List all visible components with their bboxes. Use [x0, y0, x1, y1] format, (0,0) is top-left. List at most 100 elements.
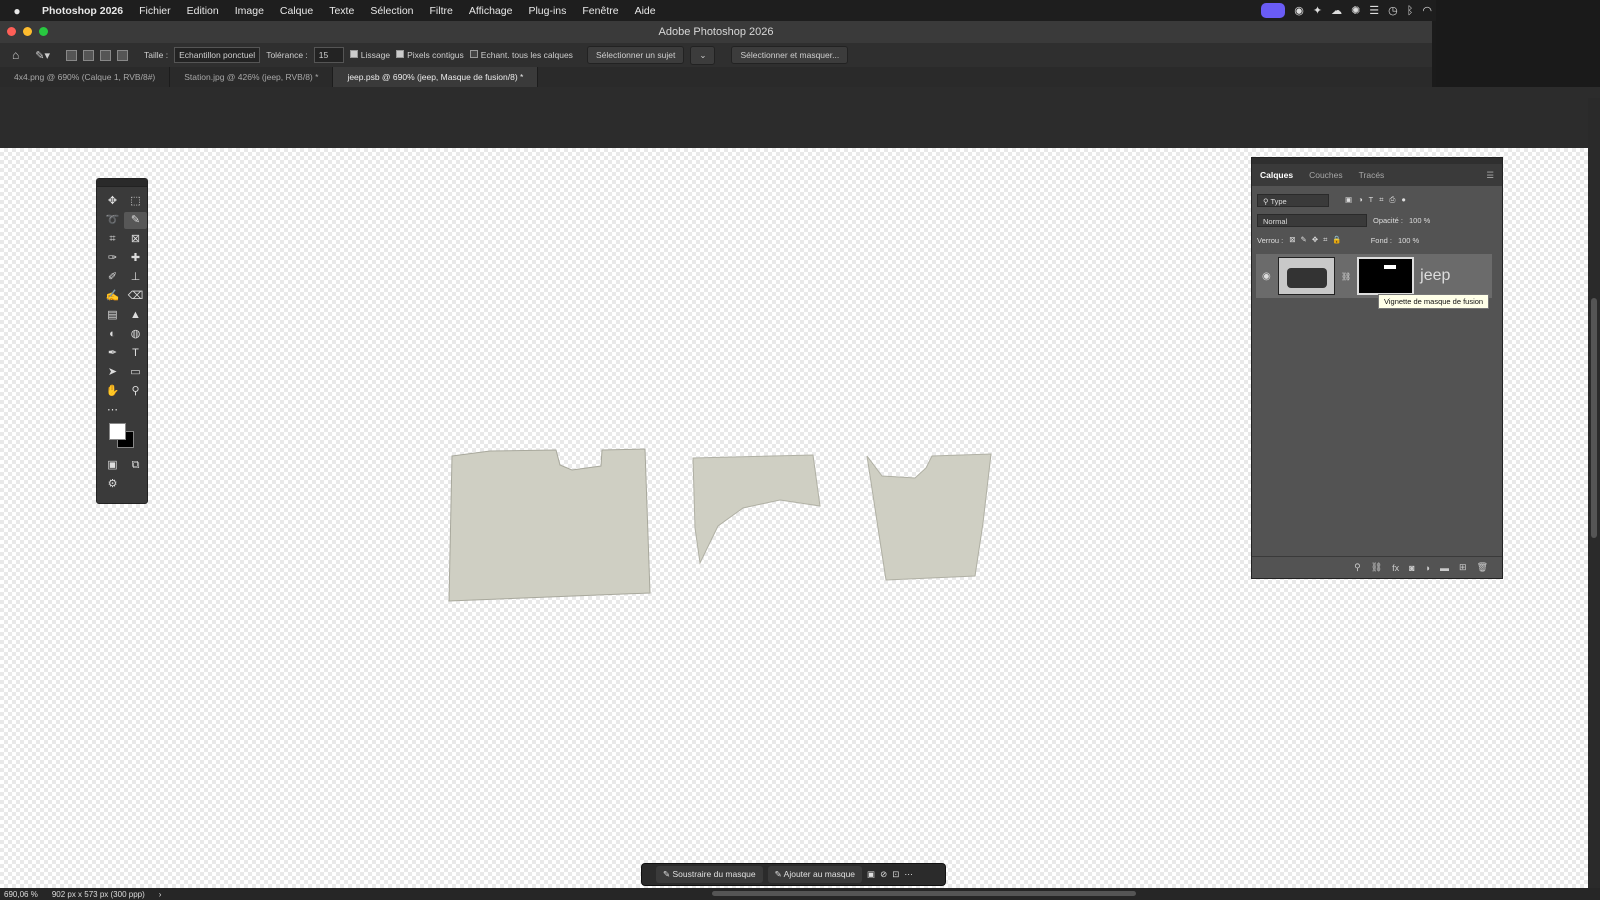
screen-mirror-icon[interactable] [1261, 3, 1286, 18]
apple-icon[interactable]: ● [0, 4, 34, 18]
sponge-tool-icon[interactable]: ◍ [124, 326, 147, 343]
eyedropper-tool-icon[interactable]: ✑ [101, 250, 124, 267]
move-tool-icon[interactable]: ✥ [101, 193, 124, 210]
brush-tool-icon[interactable]: ✐ [101, 269, 124, 286]
panel-menu-icon[interactable]: ☰ [1478, 170, 1502, 181]
folder-icon[interactable]: ▬ [1440, 563, 1449, 573]
magic-wand-icon[interactable]: ✎▾ [35, 49, 50, 62]
foreground-color[interactable] [109, 423, 126, 440]
lasso-tool-icon[interactable]: ➰ [101, 212, 124, 229]
minimize-icon[interactable] [23, 27, 32, 36]
color-swatches[interactable] [109, 423, 147, 453]
more-options-icon[interactable]: ⋯ [904, 869, 913, 880]
select-subject-button[interactable]: Sélectionner un sujet [586, 46, 685, 64]
chain-link-icon[interactable]: ⛓ [1341, 272, 1351, 281]
lock-icons[interactable]: ⊠✎✥⌗🔒 [1289, 235, 1346, 245]
cloud-icon[interactable]: ☁ [1331, 4, 1342, 17]
clock-icon[interactable]: ◷ [1388, 4, 1398, 17]
tab-couches[interactable]: Couches [1301, 170, 1351, 180]
frame-tool-icon[interactable]: ⊠ [124, 231, 147, 248]
vertical-scrollbar[interactable] [1588, 98, 1600, 888]
layer-thumbnail[interactable] [1278, 257, 1335, 295]
horizontal-scroll-thumb[interactable] [712, 891, 1136, 896]
select-subject-dropdown[interactable]: ⌄ [690, 45, 716, 65]
tab-jeep[interactable]: jeep.psb @ 690% (jeep, Masque de fusion/… [333, 67, 539, 87]
add-mask-icon[interactable]: ◙ [1409, 563, 1414, 573]
subtract-mask-button[interactable]: ✎ Soustraire du masque [656, 866, 763, 883]
healing-tool-icon[interactable]: ✚ [124, 250, 147, 267]
adjustment-icon[interactable]: ◑ [1425, 563, 1430, 573]
more-tools-icon[interactable]: ⋯ [101, 402, 124, 419]
echant-checkbox[interactable]: Echant. tous les calques [469, 50, 573, 60]
layer-name[interactable]: jeep [1420, 267, 1450, 285]
add-selection-icon[interactable] [83, 49, 94, 61]
lissage-checkbox[interactable]: Lissage [349, 50, 390, 60]
screen-mode-icon[interactable]: ⧉ [124, 457, 147, 474]
tolerance-input[interactable]: 15 [313, 47, 344, 63]
stamp-tool-icon[interactable]: ⊥ [124, 269, 147, 286]
intersect-selection-icon[interactable] [117, 49, 128, 61]
brightness-icon[interactable]: ✺ [1351, 4, 1360, 17]
layer-mask-thumbnail[interactable] [1357, 257, 1415, 295]
messenger-icon[interactable]: ◉ [1294, 4, 1304, 17]
menu-selection[interactable]: Sélection [362, 5, 421, 17]
menu-app-name[interactable]: Photoshop 2026 [34, 5, 131, 17]
zoom-icon[interactable] [39, 27, 48, 36]
menu-calque[interactable]: Calque [272, 5, 321, 17]
menu-filtre[interactable]: Filtre [422, 5, 461, 17]
marquee-tool-icon[interactable]: ⬚ [124, 193, 147, 210]
eraser-tool-icon[interactable]: ⌫ [124, 288, 147, 305]
chain-icon[interactable]: ⛓ [1371, 562, 1382, 573]
blur-tool-icon[interactable]: ▲ [124, 307, 147, 324]
zoom-level[interactable]: 690,06 % [4, 890, 38, 899]
fill-value[interactable]: 100 % [1398, 236, 1419, 245]
history-brush-icon[interactable]: ✍ [101, 288, 124, 305]
menu-edition[interactable]: Edition [179, 5, 227, 17]
menu-texte[interactable]: Texte [321, 5, 362, 17]
menu-image[interactable]: Image [227, 5, 272, 17]
menu-plugins[interactable]: Plug-ins [520, 5, 574, 17]
trash-icon[interactable]: 🗑 [1477, 562, 1488, 573]
wifi-icon[interactable]: ◠ [1422, 4, 1432, 17]
tab-calques[interactable]: Calques [1252, 170, 1301, 180]
select-and-mask-button[interactable]: Sélectionner et masquer... [731, 46, 849, 64]
link-layers-icon[interactable]: ⚲ [1354, 562, 1361, 573]
visibility-eye-icon[interactable]: ◉ [1262, 271, 1272, 282]
menu-fenetre[interactable]: Fenêtre [574, 5, 626, 17]
edit-toolbar-icon[interactable]: ⚙ [101, 476, 124, 493]
menu-aide[interactable]: Aide [627, 5, 664, 17]
magic-wand-tool-icon[interactable]: ✎ [124, 212, 147, 229]
layer-row-jeep[interactable]: ◉ ⛓ jeep [1256, 254, 1492, 298]
invert-mask-icon[interactable]: ▣ [867, 869, 875, 880]
tab-station[interactable]: Station.jpg @ 426% (jeep, RVB/8) * [170, 67, 334, 87]
bluetooth-icon[interactable]: ᛒ [1407, 5, 1414, 17]
close-icon[interactable] [7, 27, 16, 36]
path-select-icon[interactable]: ➤ [101, 364, 124, 381]
taille-select[interactable]: Echantillon ponctuel [174, 47, 261, 63]
sparkle-icon[interactable]: ✦ [1313, 4, 1322, 17]
pen-tool-icon[interactable]: ✒ [101, 345, 124, 362]
type-tool-icon[interactable]: T [124, 345, 147, 362]
apply-mask-icon[interactable]: ⊡ [892, 869, 899, 880]
status-arrow-icon[interactable]: › [159, 890, 162, 899]
rectangle-tool-icon[interactable]: ▭ [124, 364, 147, 381]
stack-icon[interactable]: ☰ [1369, 4, 1379, 17]
tab-traces[interactable]: Tracés [1351, 170, 1393, 180]
vertical-scroll-thumb[interactable] [1591, 298, 1597, 538]
zoom-tool-icon[interactable]: ⚲ [124, 383, 147, 400]
gradient-tool-icon[interactable]: ▤ [101, 307, 124, 324]
filter-icons[interactable]: ▣◑T⌗⎙● [1345, 195, 1412, 205]
opacity-value[interactable]: 100 % [1409, 216, 1430, 225]
fx-icon[interactable]: fx [1392, 563, 1399, 573]
disable-mask-icon[interactable]: ⊘ [880, 869, 887, 880]
blend-mode-select[interactable]: Normal [1257, 213, 1367, 227]
home-icon[interactable]: ⌂ [12, 48, 19, 62]
new-selection-icon[interactable] [66, 49, 77, 61]
new-layer-icon[interactable]: ⊞ [1459, 562, 1467, 573]
pixels-checkbox[interactable]: Pixels contigus [396, 50, 464, 60]
hand-tool-icon[interactable]: ✋ [101, 383, 124, 400]
tab-4x4[interactable]: 4x4.png @ 690% (Calque 1, RVB/8#) [0, 67, 171, 87]
toolbox-header[interactable] [97, 179, 147, 187]
menu-affichage[interactable]: Affichage [461, 5, 521, 17]
add-mask-button[interactable]: ✎ Ajouter au masque [767, 866, 863, 883]
